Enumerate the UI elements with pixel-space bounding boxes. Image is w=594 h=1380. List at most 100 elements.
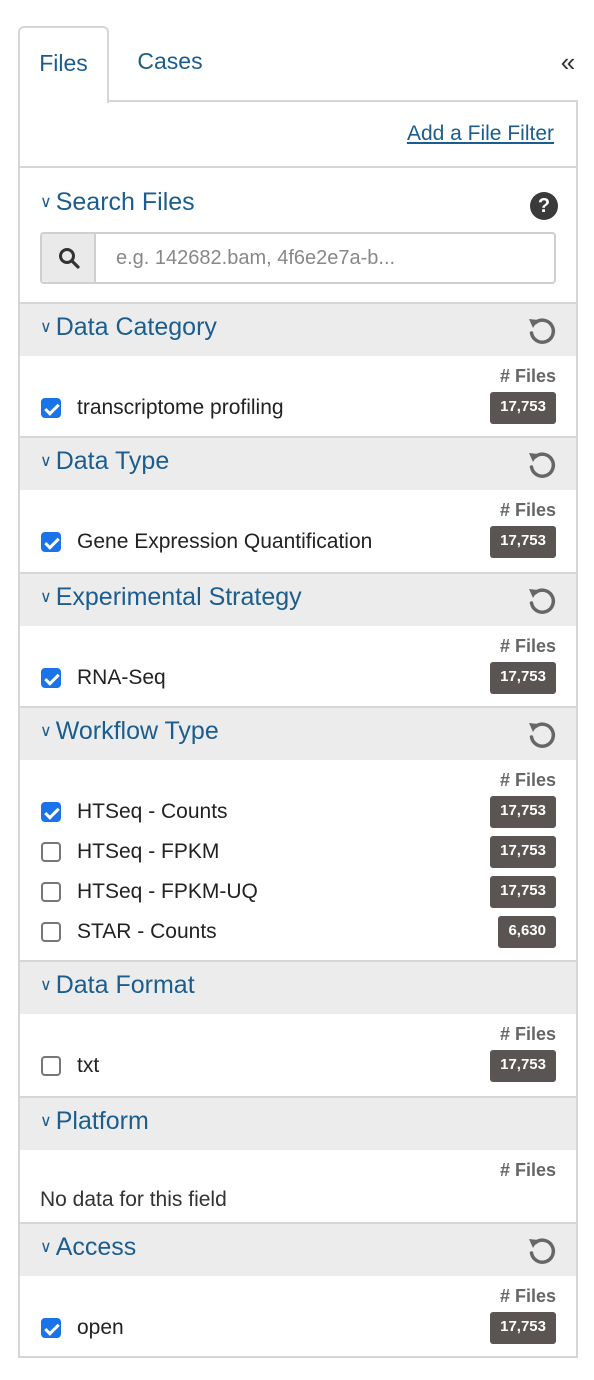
tab-bar: Files Cases: [18, 26, 577, 103]
files-count-header: # Files: [499, 636, 556, 656]
reset-icon[interactable]: [526, 314, 558, 346]
chevron-down-icon: ∨: [40, 723, 52, 740]
reset-icon[interactable]: [526, 584, 558, 616]
facet-item: STAR - Counts 6,630: [20, 912, 576, 952]
facet-title: Data Type: [55, 447, 170, 475]
files-count-header: # Files: [499, 1286, 556, 1306]
facet-header: ∨ Access: [20, 1224, 576, 1276]
chevron-down-icon: ∨: [40, 589, 52, 606]
facet-item-label[interactable]: STAR - Counts: [77, 920, 217, 944]
reset-icon[interactable]: [526, 448, 558, 480]
facet-data-type: ∨ Data Type # Files Gene Expression Quant…: [20, 436, 576, 572]
facet-header: ∨ Data Format: [20, 962, 576, 1014]
reset-icon[interactable]: [526, 718, 558, 750]
tab-cases[interactable]: Cases: [109, 26, 231, 102]
facet-item: transcriptome profiling 17,753: [20, 388, 576, 428]
help-icon[interactable]: ?: [530, 192, 558, 220]
facet-item: Gene Expression Quantification 17,753: [20, 522, 576, 562]
facet-item: open 17,753: [20, 1308, 576, 1348]
files-count-header: # Files: [499, 366, 556, 386]
count-badge: 17,753: [490, 836, 556, 868]
facet-data-category: ∨ Data Category # Files transcriptome pro…: [20, 302, 576, 438]
count-badge: 6,630: [498, 916, 556, 948]
facet-toggle-experimental-strategy[interactable]: ∨ Experimental Strategy: [40, 583, 302, 612]
checkbox[interactable]: [41, 532, 61, 552]
count-badge: 17,753: [490, 1050, 556, 1082]
facet-header: ∨ Platform: [20, 1098, 576, 1150]
chevron-down-icon: ∨: [40, 1113, 52, 1130]
facet-toggle-platform[interactable]: ∨ Platform: [40, 1107, 149, 1136]
files-count-header: # Files: [499, 500, 556, 520]
count-badge: 17,753: [490, 876, 556, 908]
count-badge: 17,753: [490, 796, 556, 828]
chevron-down-icon: ∨: [40, 1239, 52, 1256]
checkbox[interactable]: [41, 668, 61, 688]
file-filter-sidebar: Files Cases « Add a File Filter ∨ Search …: [0, 0, 594, 1380]
facet-item-label[interactable]: txt: [77, 1054, 99, 1078]
add-filter-row: Add a File Filter: [20, 102, 576, 168]
chevron-down-icon: ∨: [40, 453, 52, 470]
facet-experimental-strategy: ∨ Experimental Strategy # Files RNA-Seq 1…: [20, 572, 576, 708]
files-count-header: # Files: [499, 1024, 556, 1044]
facet-toggle-data-format[interactable]: ∨ Data Format: [40, 971, 195, 1000]
facet-item-label[interactable]: Gene Expression Quantification: [77, 530, 372, 554]
facet-item-label[interactable]: HTSeq - FPKM: [77, 840, 219, 864]
facet-title: Data Format: [55, 971, 195, 999]
reset-icon[interactable]: [526, 1234, 558, 1266]
facet-access: ∨ Access # Files open 17,753: [20, 1222, 576, 1358]
checkbox[interactable]: [41, 882, 61, 902]
facet-toggle-data-category[interactable]: ∨ Data Category: [40, 313, 217, 342]
facet-title: Data Category: [55, 313, 217, 341]
facet-title: Access: [55, 1233, 137, 1261]
checkbox[interactable]: [41, 802, 61, 822]
facet-item: HTSeq - FPKM 17,753: [20, 832, 576, 872]
facet-item: RNA-Seq 17,753: [20, 658, 576, 698]
collapse-sidebar-button[interactable]: «: [553, 44, 583, 80]
chevron-down-icon: ∨: [40, 194, 52, 211]
facet-item-label[interactable]: transcriptome profiling: [77, 396, 284, 420]
facet-toggle-workflow-type[interactable]: ∨ Workflow Type: [40, 717, 219, 746]
files-count-header: # Files: [499, 1160, 556, 1180]
facet-item: HTSeq - FPKM-UQ 17,753: [20, 872, 576, 912]
search-files-toggle[interactable]: ∨ Search Files: [40, 188, 195, 217]
search-icon: [42, 234, 96, 282]
facet-workflow-type: ∨ Workflow Type # Files HTSeq - Counts 17…: [20, 706, 576, 962]
files-count-header: # Files: [499, 770, 556, 790]
facet-header: ∨ Data Category: [20, 304, 576, 356]
checkbox[interactable]: [41, 398, 61, 418]
add-file-filter-link[interactable]: Add a File Filter: [407, 122, 554, 146]
search-files-section: ∨ Search Files ?: [20, 168, 576, 302]
count-badge: 17,753: [490, 392, 556, 424]
count-badge: 17,753: [490, 526, 556, 558]
facet-item-label[interactable]: open: [77, 1316, 124, 1340]
no-data-message: No data for this field: [40, 1188, 227, 1211]
count-badge: 17,753: [490, 1312, 556, 1344]
search-files-input[interactable]: [98, 234, 554, 282]
facet-item: HTSeq - Counts 17,753: [20, 792, 576, 832]
facet-item-label[interactable]: HTSeq - Counts: [77, 800, 228, 824]
facet-toggle-access[interactable]: ∨ Access: [40, 1233, 136, 1262]
chevron-down-icon: ∨: [40, 977, 52, 994]
facet-title: Workflow Type: [55, 717, 219, 745]
checkbox[interactable]: [41, 1056, 61, 1076]
facet-data-format: ∨ Data Format # Files txt 17,753: [20, 960, 576, 1096]
facet-header: ∨ Experimental Strategy: [20, 574, 576, 626]
facet-item-label[interactable]: HTSeq - FPKM-UQ: [77, 880, 258, 904]
count-badge: 17,753: [490, 662, 556, 694]
facet-platform: ∨ Platform # Files No data for this field: [20, 1096, 576, 1224]
search-files-title: Search Files: [55, 188, 195, 216]
tab-files[interactable]: Files: [18, 26, 109, 103]
facet-title: Experimental Strategy: [55, 583, 302, 611]
search-box: [40, 232, 556, 284]
facet-toggle-data-type[interactable]: ∨ Data Type: [40, 447, 169, 476]
facet-item-label[interactable]: RNA-Seq: [77, 666, 166, 690]
checkbox[interactable]: [41, 922, 61, 942]
filter-panel: Add a File Filter ∨ Search Files ? e.g. …: [18, 100, 578, 1358]
facet-header: ∨ Data Type: [20, 438, 576, 490]
facet-header: ∨ Workflow Type: [20, 708, 576, 760]
chevron-down-icon: ∨: [40, 319, 52, 336]
facet-item: txt 17,753: [20, 1046, 576, 1086]
checkbox[interactable]: [41, 1318, 61, 1338]
facet-title: Platform: [55, 1107, 149, 1135]
checkbox[interactable]: [41, 842, 61, 862]
